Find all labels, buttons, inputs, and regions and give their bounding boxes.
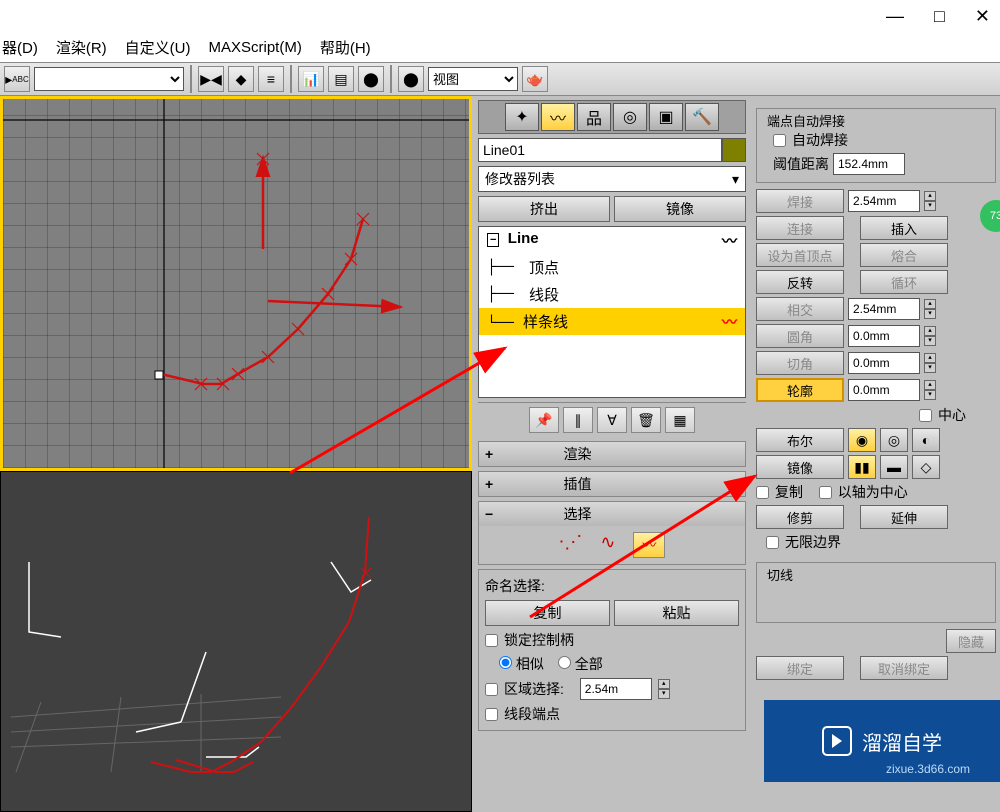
tangent-group: 切线 (763, 565, 797, 584)
segment-end-checkbox[interactable] (485, 708, 498, 721)
selection-rollout[interactable]: − 选择 (479, 502, 745, 526)
reverse-button[interactable]: 反转 (756, 270, 844, 294)
cycle-button[interactable]: 循环 (860, 270, 948, 294)
named-selections-label: 命名选择: (485, 576, 739, 596)
extrude-button[interactable]: 挤出 (478, 196, 610, 222)
fillet-button[interactable]: 圆角 (756, 324, 844, 348)
select-filter-icon[interactable]: ▸ABC (4, 66, 30, 92)
threshold-spinner[interactable]: 152.4mm (833, 153, 905, 175)
view-dropdown[interactable]: 视图 (428, 67, 518, 91)
menu-editors[interactable]: 器(D) (2, 37, 38, 58)
connect-button[interactable]: 连接 (756, 216, 844, 240)
menu-render[interactable]: 渲染(R) (56, 37, 107, 58)
area-select-checkbox[interactable] (485, 683, 498, 696)
viewport-perspective[interactable] (0, 471, 472, 812)
auto-weld-group: 端点自动焊接 (763, 111, 849, 130)
modifier-stack[interactable]: − Line〰 ├── 顶点 ├── 线段 └── 样条线〰 (478, 226, 746, 398)
main-toolbar: ▸ABC ▶◀ ◆ ≡ 📊 ▤ ⬤ ⬤ 视图 🫖 (0, 62, 1000, 96)
curve-editor-icon[interactable]: 📊 (298, 66, 324, 92)
maximize-button[interactable]: □ (934, 6, 945, 27)
insert-button[interactable]: 插入 (860, 216, 948, 240)
layers-icon[interactable]: ≡ (258, 66, 284, 92)
bool-intersect-icon[interactable]: ◐ (912, 428, 940, 452)
bind-button[interactable]: 绑定 (756, 656, 844, 680)
menu-maxscript[interactable]: MAXScript(M) (208, 39, 301, 56)
play-icon (822, 726, 852, 756)
schematic-icon[interactable]: ▤ (328, 66, 354, 92)
motion-tab-icon[interactable]: ◎ (613, 103, 647, 131)
mirror-icon[interactable]: ▶◀ (198, 66, 224, 92)
bool-union-icon[interactable]: ◉ (848, 428, 876, 452)
cross-button[interactable]: 相交 (756, 297, 844, 321)
mirror-button[interactable]: 镜像 (614, 196, 746, 222)
material-editor-icon[interactable]: ⬤ (358, 66, 384, 92)
unbind-button[interactable]: 取消绑定 (860, 656, 948, 680)
render-setup-icon[interactable]: ⬤ (398, 66, 424, 92)
spline-so-icon[interactable]: 〰 (633, 532, 665, 558)
render-rollout[interactable]: + 渲染 (479, 442, 745, 466)
bool-subtract-icon[interactable]: ◎ (880, 428, 908, 452)
outline-spinner[interactable]: 0.0mm (848, 379, 920, 401)
pin-stack-icon[interactable]: 📌 (529, 407, 559, 433)
mirror-right-button[interactable]: 镜像 (756, 455, 844, 479)
spline-subobject: └── 样条线〰 (479, 308, 745, 335)
object-color-swatch[interactable] (722, 138, 746, 162)
object-name-input[interactable] (478, 138, 722, 162)
mirror-h-icon[interactable]: ▮▮ (848, 455, 876, 479)
mirror-v-icon[interactable]: ▬ (880, 455, 908, 479)
copy-checkbox[interactable] (756, 486, 769, 499)
fuse-button[interactable]: 熔合 (860, 243, 948, 267)
watermark: 溜溜自学 zixue.3d66.com (764, 700, 1000, 782)
cross-spinner[interactable]: 2.54mm (848, 298, 920, 320)
hidden-button[interactable]: 隐藏 (946, 629, 996, 653)
fillet-spinner[interactable]: 0.0mm (848, 325, 920, 347)
close-button[interactable]: ✕ (975, 6, 990, 27)
show-end-result-icon[interactable]: ∥ (563, 407, 593, 433)
teapot-render-icon[interactable]: 🫖 (522, 66, 548, 92)
auto-weld-checkbox[interactable] (773, 134, 786, 147)
trim-button[interactable]: 修剪 (756, 505, 844, 529)
create-tab-icon[interactable]: ✦ (505, 103, 539, 131)
align-icon[interactable]: ◆ (228, 66, 254, 92)
configure-icon[interactable]: ▦ (665, 407, 695, 433)
boolean-button[interactable]: 布尔 (756, 428, 844, 452)
hierarchy-tab-icon[interactable]: 品 (577, 103, 611, 131)
lock-handles-checkbox[interactable] (485, 634, 498, 647)
menu-help[interactable]: 帮助(H) (320, 37, 371, 58)
infinite-bounds-checkbox[interactable] (766, 536, 779, 549)
similar-radio[interactable] (499, 656, 512, 669)
menu-bar: 器(D) 渲染(R) 自定义(U) MAXScript(M) 帮助(H) (0, 32, 1000, 62)
minimize-button[interactable]: — (886, 6, 904, 27)
extend-button[interactable]: 延伸 (860, 505, 948, 529)
weld-spinner[interactable]: 2.54mm (848, 190, 920, 212)
menu-customize[interactable]: 自定义(U) (125, 37, 191, 58)
utilities-tab-icon[interactable]: 🔨 (685, 103, 719, 131)
chamfer-button[interactable]: 切角 (756, 351, 844, 375)
modifier-list-dropdown[interactable]: 修改器列表▾ (478, 166, 746, 192)
copy-named-button[interactable]: 复制 (485, 600, 610, 626)
area-spinner[interactable]: 2.54m (580, 678, 652, 700)
segment-so-icon[interactable]: ∿ (600, 532, 615, 558)
center-checkbox[interactable] (919, 409, 932, 422)
vertex-so-icon[interactable]: ⋅⋰ (559, 532, 583, 558)
named-selection-dropdown[interactable] (34, 67, 184, 91)
viewport-top[interactable] (0, 96, 472, 471)
outline-button[interactable]: 轮廓 (756, 378, 844, 402)
remove-modifier-icon[interactable]: 🗑 (631, 407, 661, 433)
mirror-both-icon[interactable]: ◇ (912, 455, 940, 479)
modify-tab-icon[interactable]: 〰 (541, 103, 575, 131)
axis-center-checkbox[interactable] (819, 486, 832, 499)
weld-button[interactable]: 焊接 (756, 189, 844, 213)
paste-named-button[interactable]: 粘贴 (614, 600, 739, 626)
interpolation-rollout[interactable]: + 插值 (479, 472, 745, 496)
make-unique-icon[interactable]: ∀ (597, 407, 627, 433)
display-tab-icon[interactable]: ▣ (649, 103, 683, 131)
chamfer-spinner[interactable]: 0.0mm (848, 352, 920, 374)
first-vertex-button[interactable]: 设为首顶点 (756, 243, 844, 267)
all-radio[interactable] (558, 656, 571, 669)
